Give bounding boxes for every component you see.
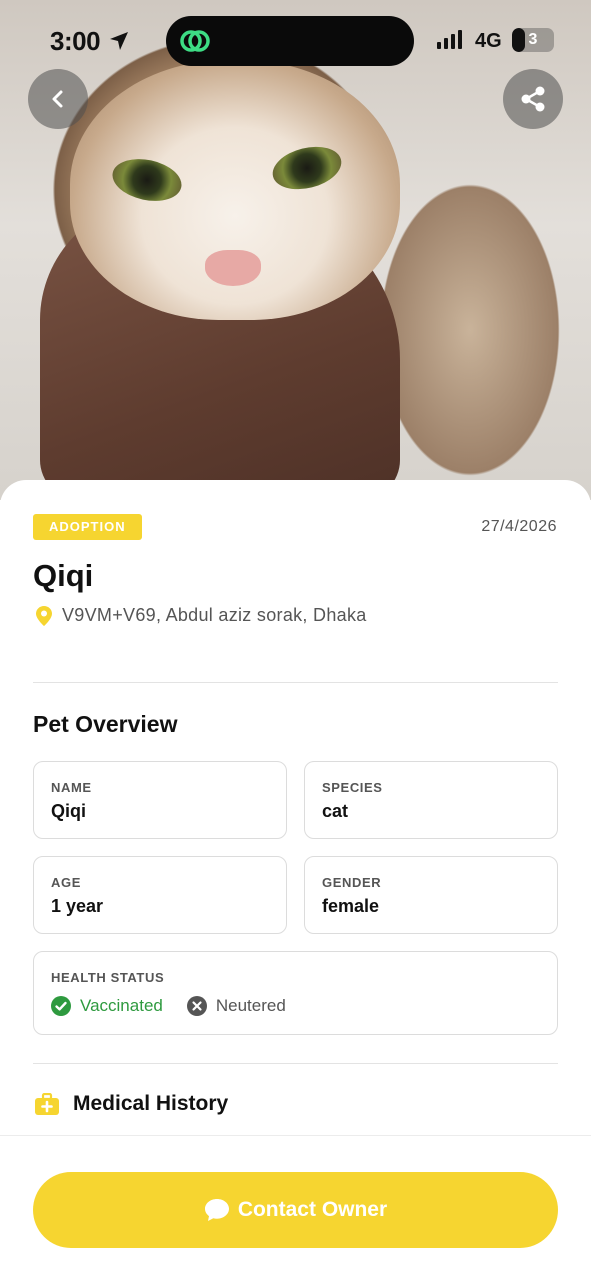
health-item-label: Vaccinated [80, 996, 163, 1015]
check-circle-icon [51, 996, 71, 1016]
card-label: GENDER [322, 875, 382, 890]
location-arrow-icon [110, 32, 128, 50]
card-label: SPECIES [322, 780, 383, 795]
share-icon [521, 86, 545, 112]
x-circle-icon [186, 996, 207, 1016]
pet-name-title: Qiqi [33, 558, 94, 593]
map-pin-icon [36, 605, 52, 626]
medical-kit-icon [35, 1093, 59, 1115]
medical-history-row[interactable]: Medical History [35, 1092, 228, 1116]
divider [33, 682, 558, 683]
overview-card-name: NAME Qiqi [33, 761, 287, 839]
contact-owner-label: Contact Owner [237, 1198, 388, 1221]
chevron-left-icon [52, 90, 63, 108]
network-type: 4G [475, 30, 502, 52]
back-button[interactable] [28, 69, 88, 129]
overview-card-species: SPECIES cat [304, 761, 558, 839]
photo-cat-nose [205, 250, 261, 286]
card-value: 1 year [51, 896, 104, 916]
health-status-list: Vaccinated Neutered [51, 996, 286, 1016]
signal-icon [437, 30, 462, 49]
location-row[interactable]: V9VM+V69, Abdul aziz sorak, Dhaka [36, 605, 367, 626]
contact-owner-button[interactable]: Contact Owner [33, 1172, 558, 1248]
card-value: cat [322, 801, 349, 821]
status-bar: 3:00 4G 3 [0, 0, 591, 80]
health-item-label: Neutered [215, 996, 286, 1015]
card-value: Qiqi [51, 801, 86, 821]
divider [33, 1063, 558, 1064]
battery-level: 3 [528, 31, 538, 48]
card-label: HEALTH STATUS [51, 970, 165, 985]
overview-card-health: HEALTH STATUS Vaccinated Neutered [33, 951, 558, 1035]
chat-bubble-icon [204, 1199, 229, 1221]
link-app-icon [180, 30, 210, 52]
listing-date: 27/4/2026 [481, 518, 557, 535]
bottom-action-bar: Contact Owner [0, 1135, 591, 1280]
card-label: NAME [51, 780, 92, 795]
location-text: V9VM+V69, Abdul aziz sorak, Dhaka [62, 605, 367, 625]
card-value: female [322, 896, 380, 916]
status-time: 3:00 [50, 26, 101, 56]
overview-card-gender: GENDER female [304, 856, 558, 934]
dynamic-island [166, 16, 414, 66]
section-title-medical-history: Medical History [73, 1092, 229, 1115]
listing-type-badge: ADOPTION [33, 514, 142, 540]
card-label: AGE [51, 875, 81, 890]
health-item-neutered: Neutered [186, 996, 286, 1016]
section-title-pet-overview: Pet Overview [33, 711, 178, 737]
overview-card-age: AGE 1 year [33, 856, 287, 934]
battery-icon: 3 [512, 28, 554, 52]
share-button[interactable] [503, 69, 563, 129]
health-item-vaccinated: Vaccinated [51, 996, 163, 1016]
